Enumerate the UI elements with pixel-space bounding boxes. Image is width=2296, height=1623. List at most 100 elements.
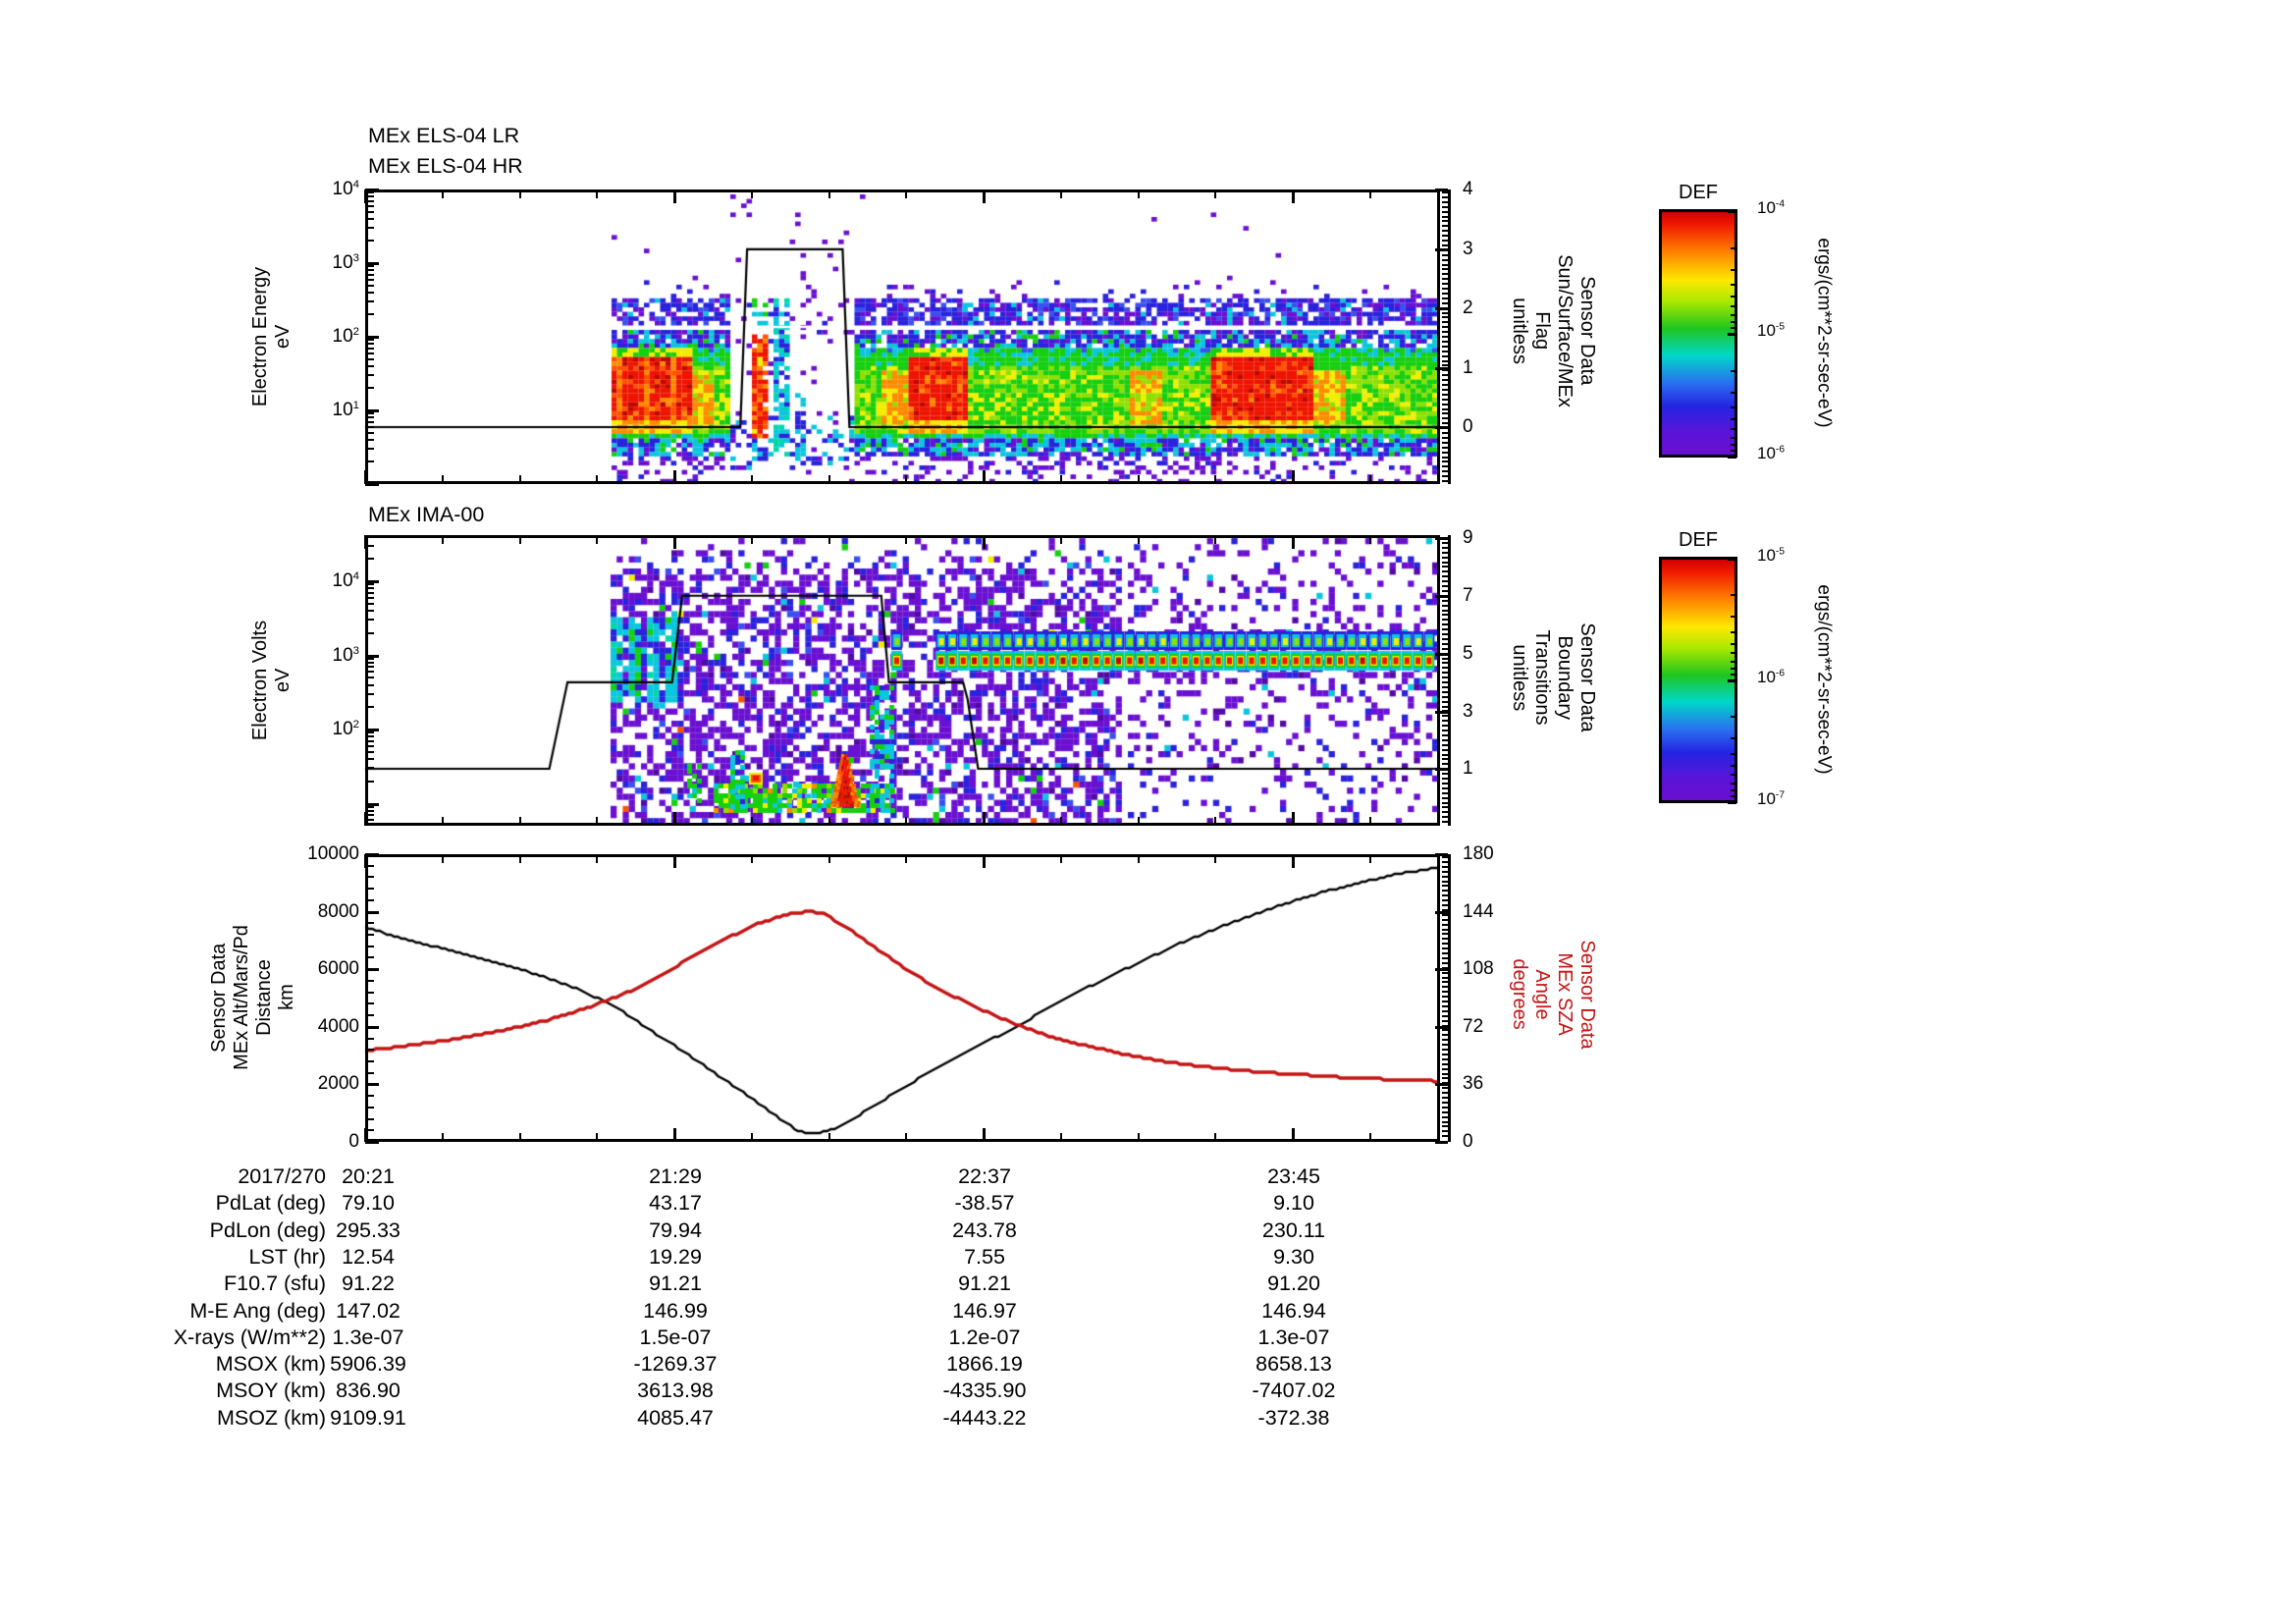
right-tick-label: 0 (1463, 416, 1473, 437)
axis-tick (1442, 393, 1448, 396)
axis-tick (1731, 752, 1736, 755)
axis-tick (365, 1129, 374, 1132)
table-cell: 9.10 (1273, 1191, 1314, 1216)
axis-tick (1442, 880, 1448, 883)
colorbar-ima-tick: 10-7 (1757, 789, 1785, 808)
traj-ytick-label: 8000 (317, 900, 359, 922)
axis-tick (1731, 788, 1736, 791)
axis-tick (1442, 657, 1448, 660)
axis-tick (1442, 417, 1448, 420)
right-tick-label: 2 (1463, 298, 1473, 318)
axis-tick (1442, 685, 1448, 688)
axis-tick (1435, 1025, 1448, 1029)
axis-tick (1137, 189, 1140, 198)
axis-tick (1442, 243, 1448, 246)
axis-tick (1731, 406, 1736, 409)
table-cell: 1.3e-07 (1257, 1325, 1330, 1349)
axis-tick (1442, 288, 1448, 290)
time-axis-label: 20:21 (342, 1164, 395, 1188)
table-cell: 79.94 (649, 1217, 702, 1242)
traj-ytick-label: 4000 (317, 1015, 359, 1037)
axis-tick (365, 352, 374, 354)
axis-tick (365, 802, 379, 806)
axis-tick (1435, 189, 1448, 191)
axis-tick (1442, 451, 1448, 454)
axis-tick (1442, 1001, 1448, 1002)
axis-tick (1442, 359, 1448, 362)
axis-tick (518, 1133, 521, 1142)
axis-tick (1059, 817, 1062, 826)
table-cell: 7.55 (964, 1244, 1005, 1269)
axis-tick (365, 731, 374, 734)
axis-tick (1731, 450, 1736, 453)
axis-tick (365, 227, 374, 230)
axis-tick (1368, 817, 1371, 826)
axis-tick (1435, 1083, 1448, 1087)
axis-tick (1059, 475, 1062, 484)
axis-tick (1731, 674, 1736, 676)
axis-tick (1442, 870, 1448, 873)
axis-tick (750, 817, 753, 826)
axis-tick (1442, 340, 1448, 343)
axis-tick (1442, 301, 1448, 304)
axis-tick (365, 210, 374, 213)
els-ytick-label: 103 (332, 251, 359, 274)
ima-ytick-label: 103 (332, 644, 359, 666)
axis-tick (365, 347, 374, 350)
axis-tick (365, 273, 374, 276)
axis-tick (365, 758, 374, 761)
axis-tick (365, 706, 374, 709)
table-cell: -4335.90 (942, 1379, 1027, 1403)
right-tick-label: 9 (1463, 527, 1473, 548)
axis-tick (1435, 711, 1448, 714)
axis-tick (905, 535, 908, 544)
axis-tick (1442, 700, 1448, 703)
axis-tick (1292, 189, 1295, 203)
axis-tick (1442, 230, 1448, 233)
axis-tick (1731, 764, 1736, 767)
axis-tick (365, 735, 374, 738)
axis-tick (1368, 189, 1371, 198)
axis-tick (518, 535, 521, 544)
axis-tick (1442, 191, 1448, 193)
axis-tick (1442, 705, 1448, 708)
axis-tick (1442, 446, 1448, 449)
axis-tick (365, 657, 374, 660)
axis-tick (1442, 258, 1448, 261)
axis-tick (1442, 647, 1448, 650)
axis-tick (365, 744, 374, 747)
axis-tick (1731, 268, 1736, 271)
axis-tick (365, 729, 379, 731)
axis-tick (365, 420, 374, 423)
axis-tick (1442, 268, 1448, 271)
axis-tick (365, 291, 374, 294)
axis-tick (1214, 854, 1217, 863)
axis-tick (441, 535, 444, 544)
axis-tick (365, 809, 374, 812)
axis-tick (365, 1049, 374, 1052)
axis-tick (1442, 575, 1448, 578)
axis-tick (1292, 854, 1295, 868)
axis-tick (365, 460, 374, 463)
axis-tick (1442, 720, 1448, 723)
table-cell: 9.30 (1273, 1244, 1314, 1269)
axis-tick (1442, 292, 1448, 295)
axis-tick (1442, 943, 1448, 946)
axis-tick (1368, 854, 1371, 863)
axis-tick (365, 991, 374, 994)
axis-tick (1728, 558, 1736, 561)
table-cell: 12.54 (342, 1244, 395, 1269)
cdaweb-mex-plot-page: MEx ELS-04 LR MEx ELS-04 HR MEx IMA-00 E… (0, 0, 2296, 1623)
axis-tick (1728, 679, 1736, 682)
colorbar-ima-units: ergs/(cm**2-sr-sec-eV) (1813, 584, 1835, 775)
axis-tick (365, 1037, 374, 1040)
axis-tick (1442, 1029, 1448, 1032)
axis-tick (1442, 662, 1448, 665)
ima-title: MEx IMA-00 (368, 503, 485, 526)
axis-tick (1442, 470, 1448, 473)
axis-tick (1442, 210, 1448, 213)
table-cell: 1.3e-07 (332, 1325, 404, 1349)
axis-tick (365, 631, 374, 634)
axis-tick (1292, 535, 1295, 549)
axis-tick (1442, 782, 1448, 784)
